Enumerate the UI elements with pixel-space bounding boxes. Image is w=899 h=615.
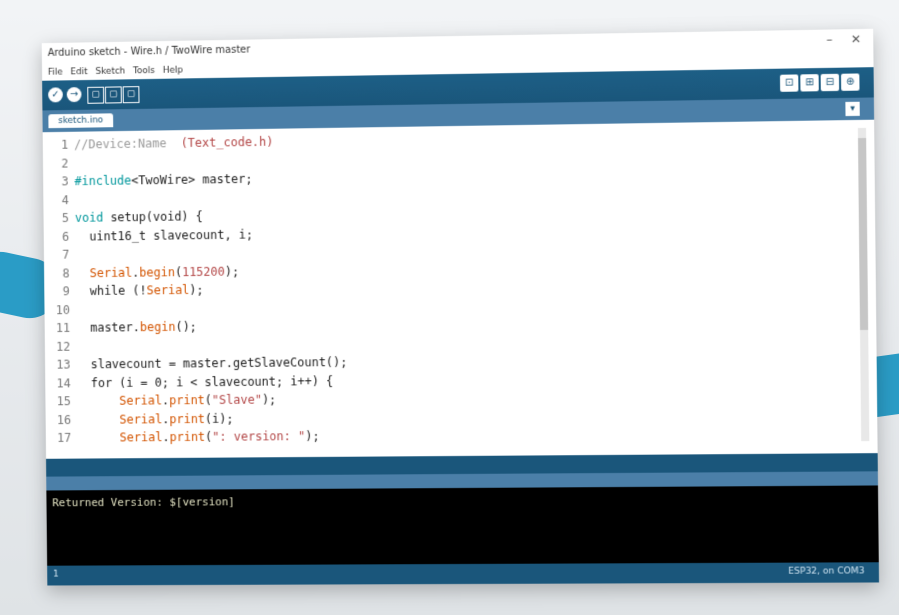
code-token: print xyxy=(169,429,206,445)
code-token: while (! xyxy=(75,283,147,299)
line-number: 14 xyxy=(56,375,71,390)
line-number: 8 xyxy=(62,266,70,280)
upload-icon[interactable]: → xyxy=(66,87,82,103)
code-token: setup(void) { xyxy=(110,209,203,225)
line-number: 4 xyxy=(61,192,69,207)
ide-window: Arduino sketch - Wire.h / TwoWire master… xyxy=(41,28,880,586)
code-token: ); xyxy=(189,282,204,297)
code-line[interactable]: 17 Serial.print(": version: "); xyxy=(46,425,845,446)
save-sketch-icon[interactable]: ▢ xyxy=(122,86,140,104)
code-line[interactable]: 14 for (i = 0; i < slavecount; i++) { xyxy=(45,369,844,391)
line-number: 11 xyxy=(55,320,71,335)
code-token: print xyxy=(169,393,205,408)
code-token: Serial xyxy=(146,282,190,298)
library-icon[interactable]: ⊟ xyxy=(820,73,840,92)
serial-plotter-icon[interactable]: ⊡ xyxy=(779,74,799,92)
code-token: ); xyxy=(224,264,240,279)
line-number: 1 xyxy=(61,137,69,152)
console-output: Returned Version: $[version] xyxy=(46,485,879,566)
code-token: master. xyxy=(75,320,140,335)
code-token: //Device:Name xyxy=(74,136,181,152)
serial-monitor-icon[interactable]: ⊕ xyxy=(841,73,860,91)
menu-file[interactable]: File xyxy=(48,68,63,78)
code-token: <TwoWire> master; xyxy=(131,171,253,188)
line-number: 5 xyxy=(61,211,70,226)
status-line-number: 1 xyxy=(53,569,59,580)
line-number: 15 xyxy=(56,394,71,409)
menu-sketch[interactable]: Sketch xyxy=(95,67,125,77)
tab-menu-icon[interactable]: ▾ xyxy=(845,101,860,117)
line-number: 16 xyxy=(56,412,72,427)
code-token: print xyxy=(169,411,206,426)
code-token: Serial xyxy=(119,411,163,427)
menu-edit[interactable]: Edit xyxy=(70,67,87,77)
code-token: ); xyxy=(305,429,320,444)
menu-help[interactable]: Help xyxy=(163,66,183,76)
code-token: 115200 xyxy=(181,264,225,279)
code-token: ); xyxy=(261,392,277,407)
verify-icon[interactable]: ✓ xyxy=(48,87,63,103)
code-token: uint16_t slavecount, i; xyxy=(75,227,254,244)
code-token: (); xyxy=(175,319,197,334)
code-token: (i); xyxy=(204,411,234,426)
code-token: #include xyxy=(74,173,132,189)
code-token: for (i = 0; i < slavecount; i++) { xyxy=(76,373,334,390)
code-token: "Slave" xyxy=(211,392,262,407)
menu-tools[interactable]: Tools xyxy=(133,66,155,76)
line-number: 13 xyxy=(56,357,71,372)
code-line[interactable]: 15 Serial.print("Slave"); xyxy=(45,388,844,410)
line-number: 17 xyxy=(57,430,72,445)
minimize-icon[interactable]: – xyxy=(826,32,832,46)
code-token: Serial xyxy=(89,265,133,280)
code-token: (Text_code.h) xyxy=(180,134,274,151)
line-number: 7 xyxy=(62,247,70,262)
line-number: 9 xyxy=(62,284,70,299)
open-sketch-icon[interactable]: ▢ xyxy=(104,86,122,104)
line-number: 12 xyxy=(56,339,71,354)
status-bar: 1 ESP32, on COM3 xyxy=(47,562,880,586)
line-number: 3 xyxy=(61,174,69,189)
code-token: Serial xyxy=(119,430,163,445)
code-token: slavecount = master.getSlaveCount(); xyxy=(76,355,348,372)
code-line[interactable]: 16 Serial.print(i); xyxy=(46,406,845,427)
window-title: Arduino sketch - Wire.h / TwoWire master xyxy=(47,44,251,59)
line-number: 6 xyxy=(62,229,70,244)
status-board: ESP32, on COM3 xyxy=(788,566,865,577)
code-token: ": version: " xyxy=(212,429,306,444)
tab-sketch[interactable]: sketch.ino xyxy=(48,113,114,129)
new-sketch-icon[interactable]: ▢ xyxy=(87,86,105,104)
code-token: Serial xyxy=(119,393,163,408)
line-number: 10 xyxy=(55,302,71,317)
line-number: 2 xyxy=(61,156,69,171)
board-manager-icon[interactable]: ⊞ xyxy=(800,74,819,92)
code-token: void xyxy=(74,210,111,225)
code-token: begin xyxy=(139,319,176,335)
console-text: Returned Version: $[version] xyxy=(52,495,235,510)
code-token: begin xyxy=(139,264,175,280)
close-icon[interactable]: ✕ xyxy=(851,32,861,46)
code-editor[interactable]: 1 //Device:Name (Text_code.h) 2 3 #include<T… xyxy=(42,119,878,459)
